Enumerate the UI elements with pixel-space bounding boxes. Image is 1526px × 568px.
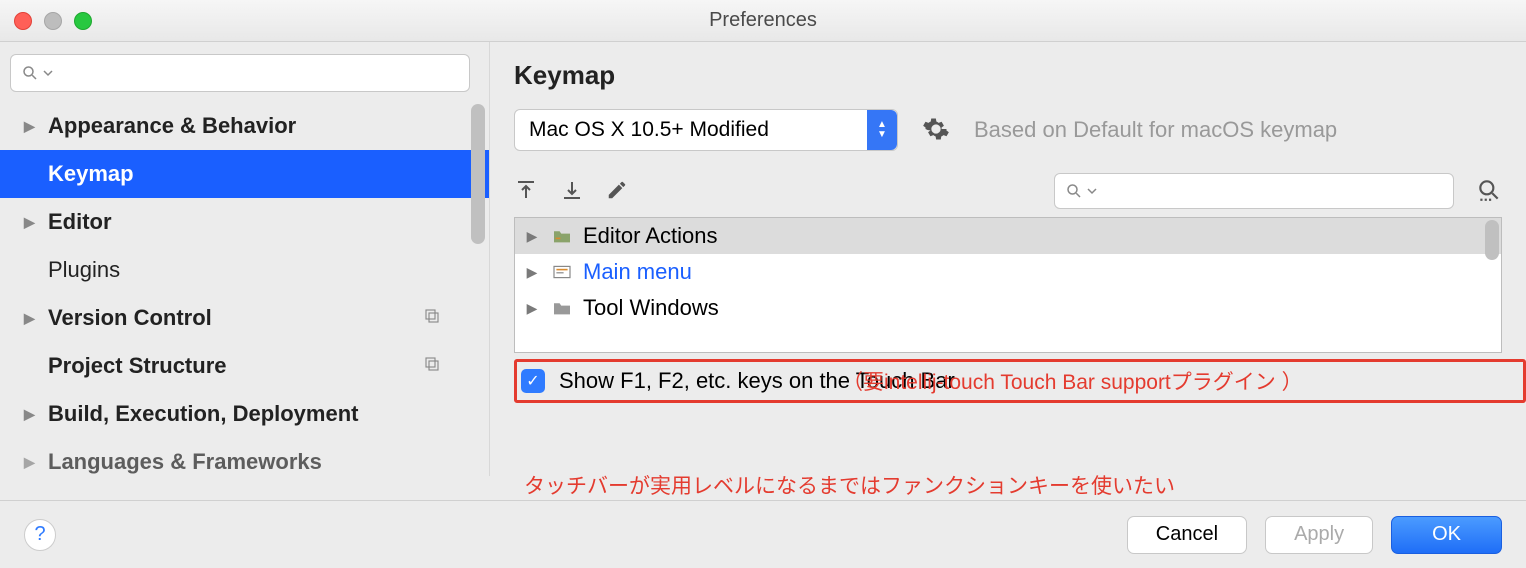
- select-arrows-icon: ▲▼: [867, 110, 897, 150]
- expand-icon: ▶: [24, 118, 38, 135]
- search-icon: [1065, 182, 1083, 200]
- annotation-plugin-note: （要intellij-touch Touch Bar supportプラグイン …: [842, 366, 1303, 396]
- sidebar-search-input[interactable]: [10, 54, 470, 92]
- action-tree[interactable]: ▶ Editor Actions ▶ Main menu ▶ Tool Wind…: [514, 217, 1502, 353]
- footer: ? Cancel Apply OK: [0, 500, 1526, 568]
- collapse-all-icon[interactable]: [560, 178, 584, 205]
- search-icon: [21, 64, 39, 82]
- folder-icon: [551, 300, 573, 316]
- sidebar-item-label: Appearance & Behavior: [48, 113, 296, 139]
- traffic-lights: [0, 12, 92, 30]
- tree-row-label: Tool Windows: [583, 295, 719, 321]
- sidebar-item-keymap[interactable]: Keymap: [0, 150, 489, 198]
- sidebar-item-label: Editor: [48, 209, 112, 235]
- expand-icon: ▶: [523, 264, 541, 281]
- select-value: Mac OS X 10.5+ Modified: [529, 118, 769, 142]
- sidebar-item-plugins[interactable]: Plugins: [0, 246, 489, 294]
- keymap-profile-select[interactable]: Mac OS X 10.5+ Modified ▲▼: [514, 109, 898, 151]
- action-search-input[interactable]: [1054, 173, 1454, 209]
- edit-icon[interactable]: [606, 179, 628, 204]
- project-scope-icon: [423, 305, 441, 331]
- tree-row-label: Editor Actions: [583, 223, 718, 249]
- expand-icon: ▶: [24, 214, 38, 231]
- tree-row-main-menu[interactable]: ▶ Main menu: [515, 254, 1501, 290]
- apply-button[interactable]: Apply: [1265, 516, 1373, 554]
- sidebar-item-build-execution[interactable]: ▶ Build, Execution, Deployment: [0, 390, 489, 438]
- window-title: Preferences: [709, 9, 817, 32]
- sidebar-item-label: Plugins: [48, 257, 120, 283]
- tree-row-tool-windows[interactable]: ▶ Tool Windows: [515, 290, 1501, 326]
- sidebar-item-version-control[interactable]: ▶ Version Control: [0, 294, 489, 342]
- expand-icon: ▶: [24, 310, 38, 327]
- sidebar-item-label: Build, Execution, Deployment: [48, 401, 358, 427]
- tree-row-editor-actions[interactable]: ▶ Editor Actions: [515, 218, 1501, 254]
- ok-button[interactable]: OK: [1391, 516, 1502, 554]
- sidebar-item-languages[interactable]: ▶ Languages & Frameworks: [0, 438, 489, 476]
- expand-icon: ▶: [24, 406, 38, 423]
- window-close-button[interactable]: [14, 12, 32, 30]
- based-on-label: Based on Default for macOS keymap: [974, 117, 1337, 143]
- sidebar-item-label: Project Structure: [48, 353, 227, 379]
- chevron-down-icon: [1087, 186, 1097, 196]
- expand-all-icon[interactable]: [514, 178, 538, 205]
- folder-icon: [551, 228, 573, 244]
- sidebar-item-label: Version Control: [48, 305, 212, 331]
- expand-icon: ▶: [24, 454, 38, 471]
- sidebar-item-label: Languages & Frameworks: [48, 449, 322, 475]
- page-title: Keymap: [514, 60, 1502, 91]
- tree-row-label: Main menu: [583, 259, 692, 285]
- checkbox-checked-icon[interactable]: ✓: [521, 369, 545, 393]
- window-minimize-button[interactable]: [44, 12, 62, 30]
- sidebar-item-project-structure[interactable]: Project Structure: [0, 342, 489, 390]
- sidebar-item-label: Keymap: [48, 161, 134, 187]
- sidebar: ▶ Appearance & Behavior Keymap ▶ Editor …: [0, 42, 490, 476]
- cancel-button[interactable]: Cancel: [1127, 516, 1247, 554]
- chevron-down-icon: [43, 68, 53, 78]
- sidebar-list: ▶ Appearance & Behavior Keymap ▶ Editor …: [0, 102, 489, 476]
- annotation-reason-note: タッチバーが実用レベルになるまではファンクションキーを使いたい: [524, 470, 1175, 500]
- expand-icon: ▶: [523, 300, 541, 317]
- tree-scrollbar[interactable]: [1485, 220, 1499, 260]
- main-panel: Keymap Mac OS X 10.5+ Modified ▲▼ Based …: [490, 42, 1526, 476]
- find-shortcut-icon[interactable]: [1476, 177, 1502, 206]
- sidebar-item-editor[interactable]: ▶ Editor: [0, 198, 489, 246]
- expand-icon: ▶: [523, 228, 541, 245]
- sidebar-scrollbar[interactable]: [471, 104, 485, 444]
- sidebar-item-appearance[interactable]: ▶ Appearance & Behavior: [0, 102, 489, 150]
- menu-icon: [551, 264, 573, 280]
- window-maximize-button[interactable]: [74, 12, 92, 30]
- gear-icon[interactable]: [922, 115, 950, 146]
- titlebar: Preferences: [0, 0, 1526, 42]
- project-scope-icon: [423, 353, 441, 379]
- help-button[interactable]: ?: [24, 519, 56, 551]
